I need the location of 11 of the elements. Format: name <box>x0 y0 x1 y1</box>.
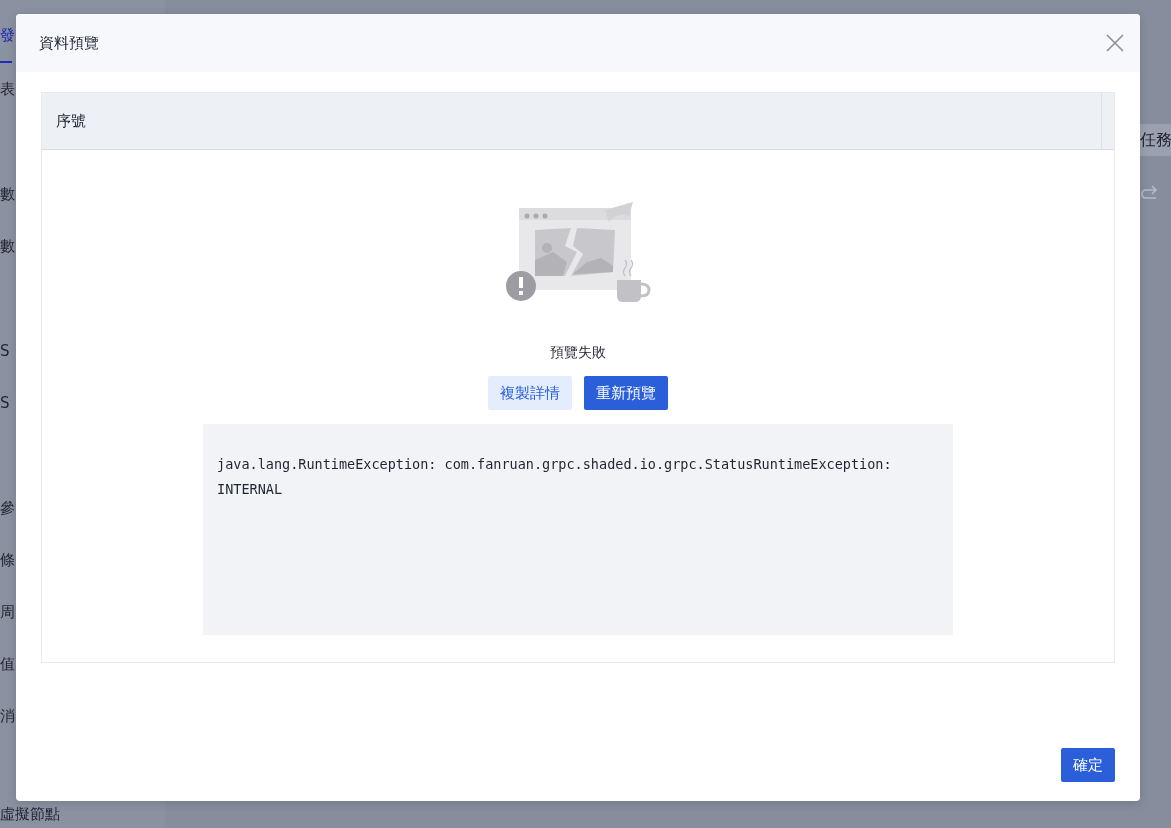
retry-button[interactable]: 重新預覽 <box>584 376 668 410</box>
sidebar-item[interactable]: 發 <box>0 9 12 63</box>
tab-label[interactable]: 任務 <box>1140 124 1171 156</box>
error-detail: java.lang.RuntimeException: com.fanruan.grpc.shaded.io.grpc.StatusRuntimeException: INTERNAL <box>203 424 953 635</box>
column-header: 序號 <box>42 93 1102 149</box>
copy-button[interactable]: 複製詳情 <box>488 376 572 410</box>
close-icon[interactable] <box>1106 34 1124 52</box>
dialog-title: 資料預覽 <box>39 33 99 53</box>
error-message: 預覽失敗 <box>550 344 606 362</box>
sidebar-item[interactable]: 虛擬節點 <box>0 800 165 828</box>
confirm-button[interactable]: 確定 <box>1061 748 1115 782</box>
